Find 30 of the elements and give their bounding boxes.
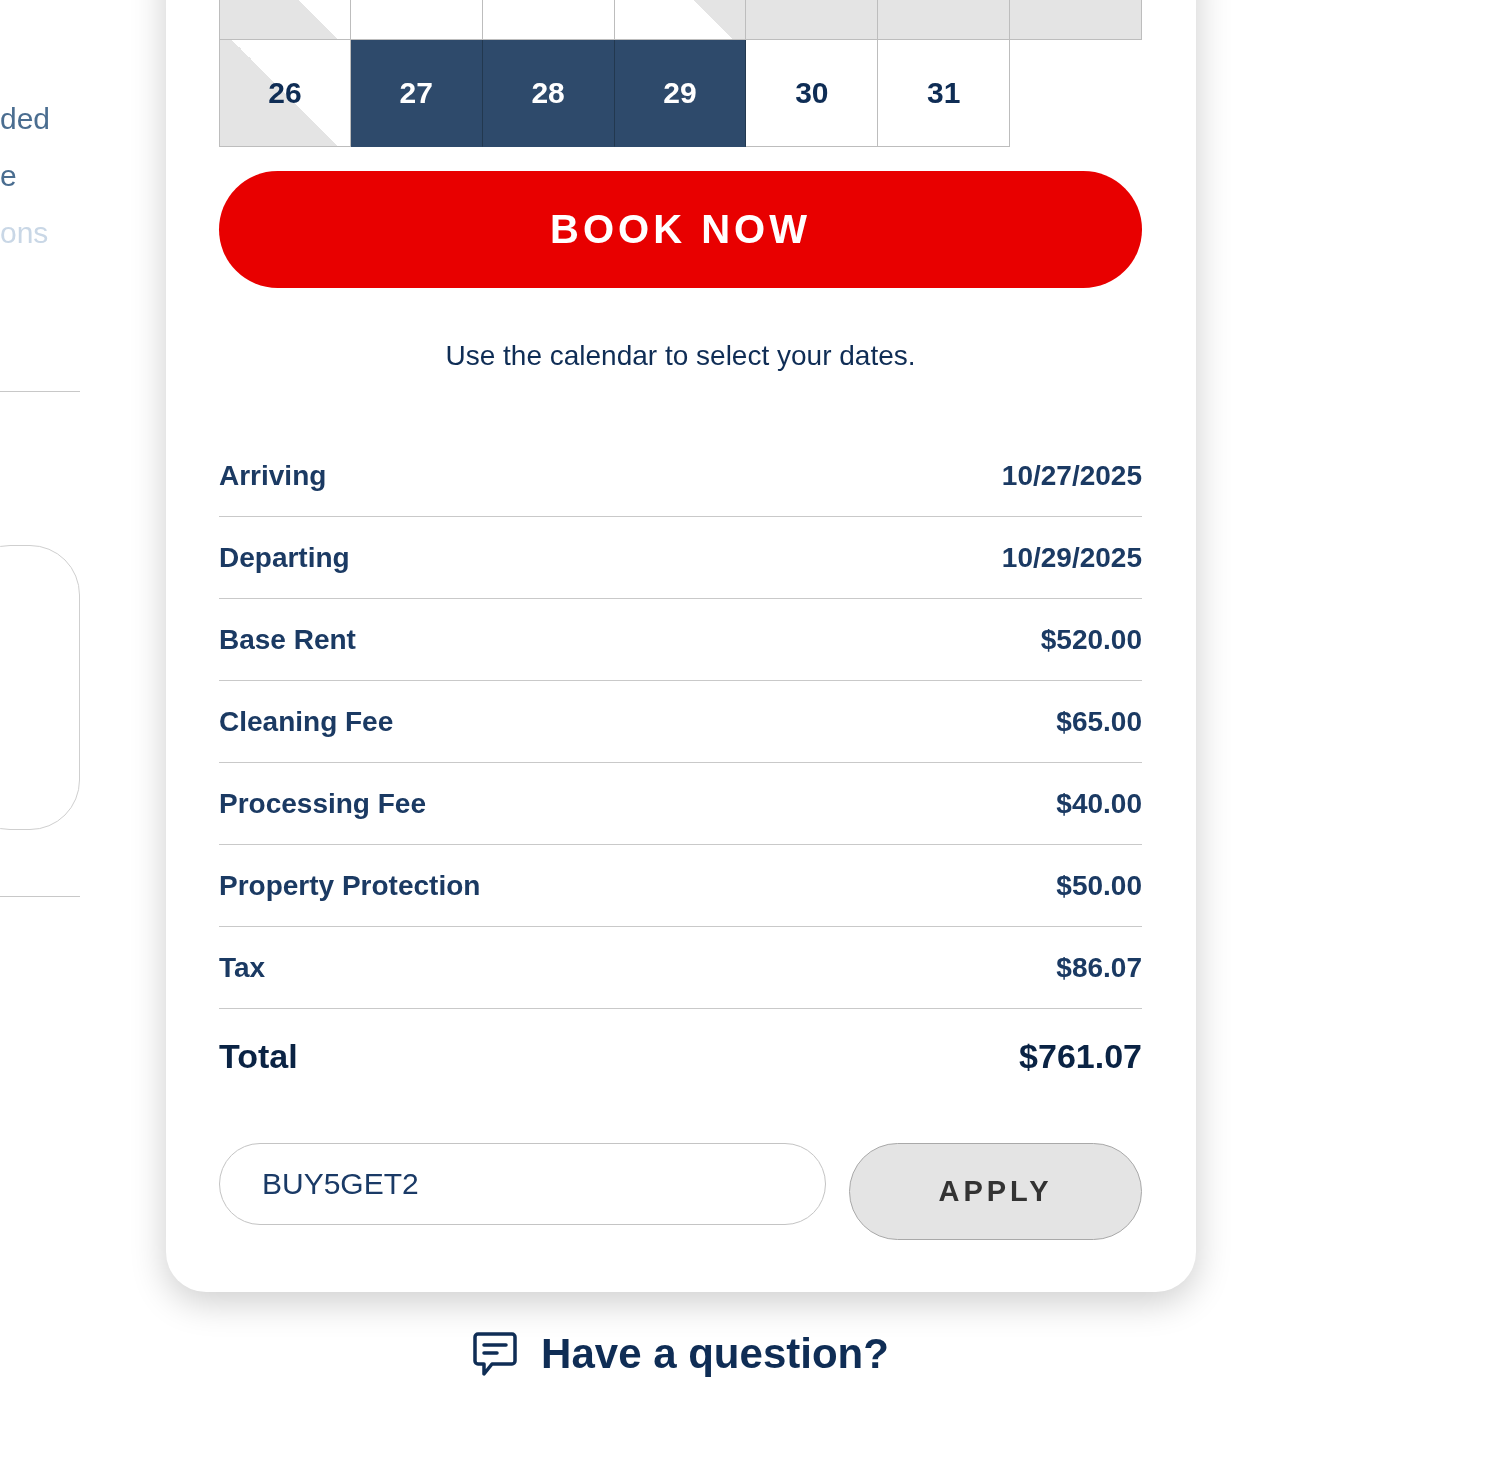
summary-label: Departing	[219, 541, 350, 574]
summary-label: Tax	[219, 951, 266, 984]
hint-text: Use the calendar to select your dates.	[444, 339, 917, 373]
summary-value: $520.00	[1040, 623, 1142, 656]
summary-value: $50.00	[1056, 869, 1142, 902]
calendar-day[interactable]: 30	[746, 40, 879, 147]
calendar-day[interactable]: 27	[350, 40, 483, 147]
summary-value: 10/27/2025	[1001, 459, 1142, 492]
calendar-day[interactable]: 28	[482, 40, 615, 147]
summary-value: 10/29/2025	[1001, 541, 1142, 574]
apply-button[interactable]: APPLY	[849, 1143, 1142, 1240]
calendar-day[interactable]: 29	[614, 40, 747, 147]
book-now-button[interactable]: BOOK NOW	[219, 171, 1142, 288]
chat-bubble-icon	[473, 1331, 518, 1377]
calendar-day[interactable]: 31	[878, 40, 1011, 147]
summary-label: Processing Fee	[219, 787, 426, 820]
calendar-day[interactable]: 26	[219, 40, 351, 147]
summary-value: $86.07	[1056, 951, 1142, 984]
partial-text: e	[0, 158, 18, 194]
summary-label: Base Rent	[219, 623, 356, 656]
summary-label: Total	[219, 1036, 298, 1076]
partial-text: ded	[0, 101, 52, 137]
summary-label: Cleaning Fee	[219, 705, 394, 738]
coupon-field[interactable]: BUY5GET2	[219, 1143, 826, 1225]
summary-label: Arriving	[219, 459, 327, 492]
help-link[interactable]: Have a question?	[473, 1330, 889, 1378]
summary-value: $40.00	[1056, 787, 1142, 820]
summary-label: Property Protection	[219, 869, 481, 902]
summary-value: $65.00	[1056, 705, 1142, 738]
summary-value: $761.07	[1019, 1036, 1142, 1076]
